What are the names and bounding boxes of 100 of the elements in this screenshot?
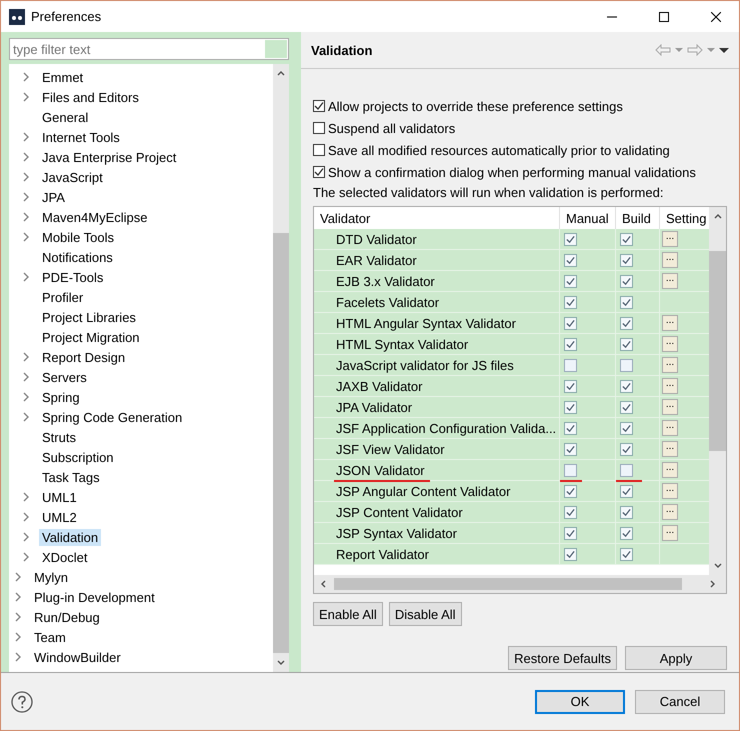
expand-icon[interactable] — [21, 392, 31, 402]
dialog-button[interactable]: Cancel — [635, 690, 725, 714]
checkbox[interactable] — [620, 526, 633, 540]
help-icon[interactable] — [11, 690, 33, 712]
tree-item[interactable]: Internet Tools — [39, 128, 123, 146]
settings-button[interactable]: ... — [662, 525, 678, 541]
checkbox[interactable] — [620, 400, 633, 414]
dialog-button[interactable]: OK — [535, 690, 625, 714]
expand-icon[interactable] — [13, 632, 23, 642]
checkbox[interactable] — [564, 422, 577, 434]
checkbox[interactable] — [313, 166, 325, 178]
checkbox[interactable] — [564, 338, 577, 350]
expand-icon[interactable] — [21, 412, 31, 422]
tree-item[interactable]: Java Enterprise Project — [39, 148, 180, 166]
checkbox[interactable] — [564, 484, 577, 498]
settings-button[interactable]: ... — [662, 462, 678, 478]
tree-item[interactable]: XDoclet — [39, 548, 91, 566]
table-action-button[interactable]: Disable All — [388, 602, 462, 626]
checkbox[interactable] — [564, 442, 577, 456]
expand-icon[interactable] — [13, 652, 23, 662]
checkbox[interactable] — [564, 526, 577, 540]
checkbox[interactable] — [620, 358, 633, 372]
checkbox[interactable] — [313, 144, 325, 156]
tree-item[interactable]: Struts — [39, 428, 79, 446]
checkbox[interactable] — [564, 548, 577, 560]
checkbox[interactable] — [313, 122, 325, 134]
checkbox[interactable] — [564, 254, 577, 266]
tree-item[interactable]: Spring — [39, 388, 83, 406]
checkbox[interactable] — [564, 316, 577, 330]
checkbox[interactable] — [620, 380, 633, 392]
expand-icon[interactable] — [21, 92, 31, 102]
expand-icon[interactable] — [21, 172, 31, 182]
expand-icon[interactable] — [13, 572, 23, 582]
scrollbar[interactable] — [273, 64, 289, 672]
expand-icon[interactable] — [21, 512, 31, 522]
settings-button[interactable]: ... — [662, 231, 678, 247]
settings-button[interactable]: ... — [662, 420, 678, 436]
tree-item[interactable]: Plug-in Development — [31, 588, 158, 606]
tree-item[interactable]: Mylyn — [31, 568, 71, 586]
checkbox[interactable] — [564, 296, 577, 308]
tree-item[interactable]: Report Design — [39, 348, 128, 366]
settings-button[interactable]: ... — [662, 483, 678, 499]
checkbox[interactable] — [620, 422, 633, 434]
checkbox[interactable] — [564, 506, 577, 518]
tree-item[interactable]: Task Tags — [39, 468, 103, 486]
checkbox[interactable] — [620, 296, 633, 308]
checkbox[interactable] — [564, 274, 577, 288]
checkbox[interactable] — [620, 548, 633, 560]
tree-item[interactable]: Run/Debug — [31, 608, 103, 626]
tree-item[interactable]: Team — [31, 628, 69, 646]
checkbox[interactable] — [564, 464, 577, 476]
checkbox[interactable] — [620, 338, 633, 350]
close-icon[interactable] — [711, 12, 721, 22]
checkbox[interactable] — [620, 484, 633, 498]
tree-item[interactable]: Project Libraries — [39, 308, 139, 326]
expand-icon[interactable] — [21, 212, 31, 222]
tree-item[interactable]: Profiler — [39, 288, 86, 306]
checkbox[interactable] — [564, 380, 577, 392]
tree-item[interactable]: JPA — [39, 188, 68, 206]
column-header[interactable]: Setting — [660, 207, 707, 229]
settings-button[interactable]: ... — [662, 378, 678, 394]
expand-icon[interactable] — [21, 352, 31, 362]
checkbox[interactable] — [620, 442, 633, 456]
tree-item[interactable]: General — [39, 108, 92, 126]
settings-button[interactable]: ... — [662, 315, 678, 331]
settings-button[interactable]: ... — [662, 399, 678, 415]
tree-item[interactable]: UML1 — [39, 488, 80, 506]
page-action-button[interactable]: Restore Defaults — [508, 646, 617, 670]
checkbox[interactable] — [620, 316, 633, 330]
tree-item[interactable]: UML2 — [39, 508, 80, 526]
horizontal-scrollbar[interactable] — [314, 575, 726, 593]
settings-button[interactable]: ... — [662, 504, 678, 520]
expand-icon[interactable] — [21, 552, 31, 562]
checkbox[interactable] — [564, 400, 577, 414]
expand-icon[interactable] — [13, 612, 23, 622]
tree-item[interactable]: Validation — [39, 528, 102, 546]
tree-item[interactable]: Emmet — [39, 68, 86, 86]
menu-icon[interactable] — [719, 46, 729, 54]
tree-item[interactable]: WindowBuilder — [31, 648, 124, 666]
tree-item[interactable]: JavaScript — [39, 168, 106, 186]
expand-icon[interactable] — [21, 492, 31, 502]
expand-icon[interactable] — [21, 192, 31, 202]
table-action-button[interactable]: Enable All — [313, 602, 383, 626]
expand-icon[interactable] — [13, 592, 23, 602]
scrollbar[interactable] — [709, 207, 726, 575]
settings-button[interactable]: ... — [662, 273, 678, 289]
settings-button[interactable]: ... — [662, 252, 678, 268]
checkbox[interactable] — [620, 232, 633, 246]
checkbox[interactable] — [620, 274, 633, 288]
settings-button[interactable]: ... — [662, 357, 678, 373]
expand-icon[interactable] — [21, 532, 31, 542]
tree-item[interactable]: Servers — [39, 368, 90, 386]
checkbox[interactable] — [620, 464, 633, 476]
tree-item[interactable]: Mobile Tools — [39, 228, 118, 246]
expand-icon[interactable] — [21, 72, 31, 82]
filter-field[interactable]: type filter text — [9, 38, 289, 60]
expand-icon[interactable] — [21, 372, 31, 382]
tree-item[interactable]: Spring Code Generation — [39, 408, 186, 426]
tree-item[interactable]: Subscription — [39, 448, 117, 466]
expand-icon[interactable] — [21, 232, 31, 242]
